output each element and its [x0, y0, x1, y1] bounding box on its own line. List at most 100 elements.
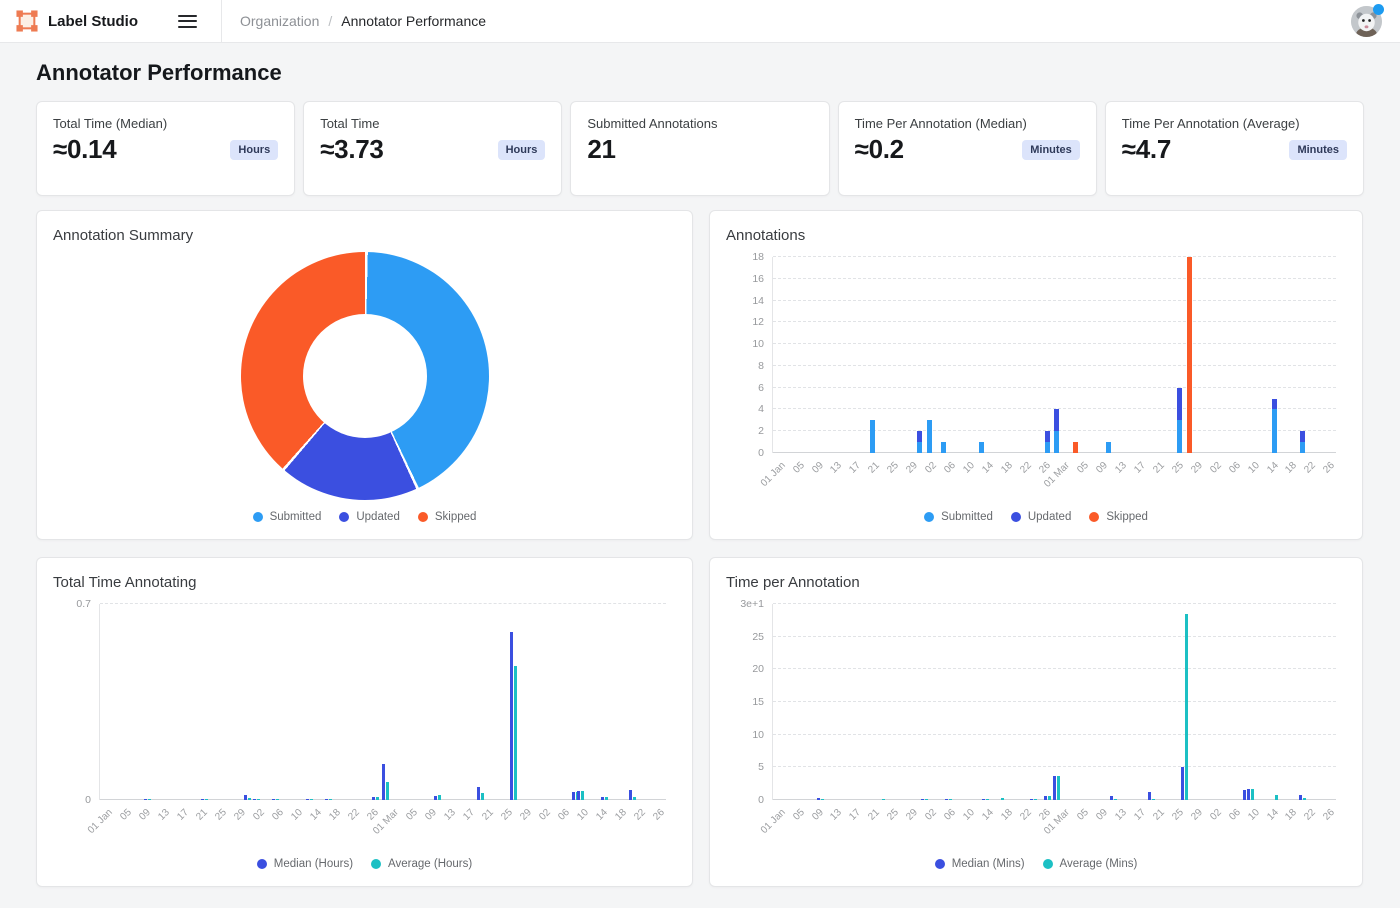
- label-studio-logo-icon: [16, 10, 38, 32]
- y-tick-label: 3e+1: [740, 598, 764, 610]
- x-tick-label: 01 Jan: [758, 460, 787, 489]
- user-avatar[interactable]: [1351, 6, 1382, 37]
- legend-item-median-hours[interactable]: Median (Hours): [257, 858, 353, 870]
- x-tick-label: 06: [1227, 460, 1243, 476]
- x-tick-label: 17: [175, 807, 191, 823]
- y-tick-label: 18: [752, 251, 764, 263]
- total-time-annotating-bar-chart: 0.7001 Jan050913172125290206101418222601…: [99, 604, 666, 846]
- gridline: 5: [773, 766, 1336, 767]
- bar-median: [577, 791, 580, 800]
- x-tick-label: 22: [1018, 460, 1034, 476]
- x-tick-label: 21: [1151, 460, 1167, 476]
- x-tick-label: 14: [309, 807, 325, 823]
- legend-item-submitted[interactable]: Submitted: [253, 511, 322, 523]
- x-tick-label: 10: [961, 460, 977, 476]
- x-tick-label: 06: [270, 807, 286, 823]
- stat-label: Total Time: [320, 116, 545, 131]
- x-tick-label: 26: [1322, 807, 1338, 823]
- stat-card-total-time: Total Time ≈3.73 Hours: [303, 101, 562, 196]
- x-axis-labels: 01 Jan050913172125290206101418222601 Mar…: [772, 800, 1336, 846]
- bar-median: [572, 792, 575, 800]
- stat-label: Total Time (Median): [53, 116, 278, 131]
- legend-item-submitted[interactable]: Submitted: [924, 511, 993, 523]
- x-tick-label: 02: [924, 460, 940, 476]
- stat-label: Time Per Annotation (Median): [855, 116, 1080, 131]
- x-tick-label: 29: [232, 807, 248, 823]
- donut-area: [53, 245, 676, 507]
- top-bar: Label Studio Organization / Annotator Pe…: [0, 0, 1400, 43]
- legend-label: Average (Mins): [1060, 858, 1138, 870]
- annotations-legend: Submitted Updated Skipped: [726, 507, 1346, 523]
- legend-item-skipped[interactable]: Skipped: [1089, 511, 1148, 523]
- x-tick-label: 09: [1094, 807, 1110, 823]
- x-tick-label: 13: [829, 460, 845, 476]
- y-tick-label: 14: [752, 295, 764, 307]
- x-tick-label: 10: [961, 807, 977, 823]
- x-tick-label: 06: [556, 807, 572, 823]
- chart-title: Annotation Summary: [53, 227, 676, 245]
- x-tick-label: 13: [156, 807, 172, 823]
- gridline: 18: [773, 256, 1336, 257]
- annotation-summary-card: Annotation Summary Submitted Updated Skipp…: [36, 210, 693, 540]
- bar-median: [1243, 790, 1246, 800]
- bar-median: [1148, 792, 1151, 800]
- brand-name: Label Studio: [48, 13, 138, 30]
- bar-updated: [1054, 409, 1059, 431]
- stat-card-time-per-annotation-median: Time Per Annotation (Median) ≈0.2 Minute…: [838, 101, 1097, 196]
- legend-label: Average (Hours): [388, 858, 472, 870]
- y-tick-label: 2: [758, 425, 764, 437]
- hamburger-menu-icon[interactable]: [178, 11, 197, 31]
- bar-submitted: [1106, 442, 1111, 453]
- y-tick-label: 5: [758, 761, 764, 773]
- bar-skipped: [1187, 257, 1192, 453]
- y-tick-label: 0: [758, 447, 764, 459]
- legend-item-average-hours[interactable]: Average (Hours): [371, 858, 472, 870]
- legend-item-average-mins[interactable]: Average (Mins): [1043, 858, 1138, 870]
- chart-title: Total Time Annotating: [53, 574, 676, 592]
- x-tick-label: 13: [442, 807, 458, 823]
- plot-area: 0.70: [99, 604, 666, 800]
- stat-value: ≈3.73: [320, 134, 383, 165]
- chart-title: Annotations: [726, 227, 1346, 245]
- legend-dot: [257, 859, 267, 869]
- bar-submitted: [979, 442, 984, 453]
- legend-item-updated[interactable]: Updated: [1011, 511, 1071, 523]
- x-tick-label: 09: [137, 807, 153, 823]
- unit-badge: Hours: [498, 140, 546, 160]
- time-per-annotation-bar-chart: 3e+1252015105001 Jan05091317212529020610…: [772, 604, 1336, 846]
- stat-value: ≈0.2: [855, 134, 904, 165]
- bar-average: [386, 782, 389, 800]
- brand: Label Studio: [0, 10, 138, 32]
- x-tick-label: 02: [537, 807, 553, 823]
- x-tick-label: 13: [829, 807, 845, 823]
- legend-label: Submitted: [270, 511, 322, 523]
- legend-item-median-mins[interactable]: Median (Mins): [935, 858, 1025, 870]
- bar-average: [481, 793, 484, 800]
- legend-dot: [1043, 859, 1053, 869]
- unit-badge: Hours: [230, 140, 278, 160]
- bar-submitted: [1300, 442, 1305, 453]
- x-tick-label: 02: [924, 807, 940, 823]
- breadcrumb-current: Annotator Performance: [341, 13, 486, 29]
- breadcrumb-organization[interactable]: Organization: [240, 13, 319, 29]
- bar-updated: [1300, 431, 1305, 442]
- x-tick-label: 10: [575, 807, 591, 823]
- legend-item-updated[interactable]: Updated: [339, 511, 399, 523]
- y-tick-label: 10: [752, 338, 764, 350]
- notification-dot: [1373, 4, 1384, 15]
- x-tick-label: 18: [1284, 460, 1300, 476]
- x-tick-label: 09: [1094, 460, 1110, 476]
- breadcrumb: Organization / Annotator Performance: [222, 13, 486, 29]
- x-tick-label: 21: [194, 807, 210, 823]
- x-tick-label: 18: [613, 807, 629, 823]
- legend-dot: [1011, 512, 1021, 522]
- legend-label: Skipped: [435, 511, 477, 523]
- legend-item-skipped[interactable]: Skipped: [418, 511, 477, 523]
- x-tick-label: 01 Jan: [758, 807, 787, 836]
- y-tick-label: 25: [752, 631, 764, 643]
- x-tick-label: 14: [980, 807, 996, 823]
- x-tick-label: 13: [1113, 807, 1129, 823]
- x-tick-label: 22: [1303, 460, 1319, 476]
- x-tick-label: 17: [848, 460, 864, 476]
- x-tick-label: 05: [1075, 807, 1091, 823]
